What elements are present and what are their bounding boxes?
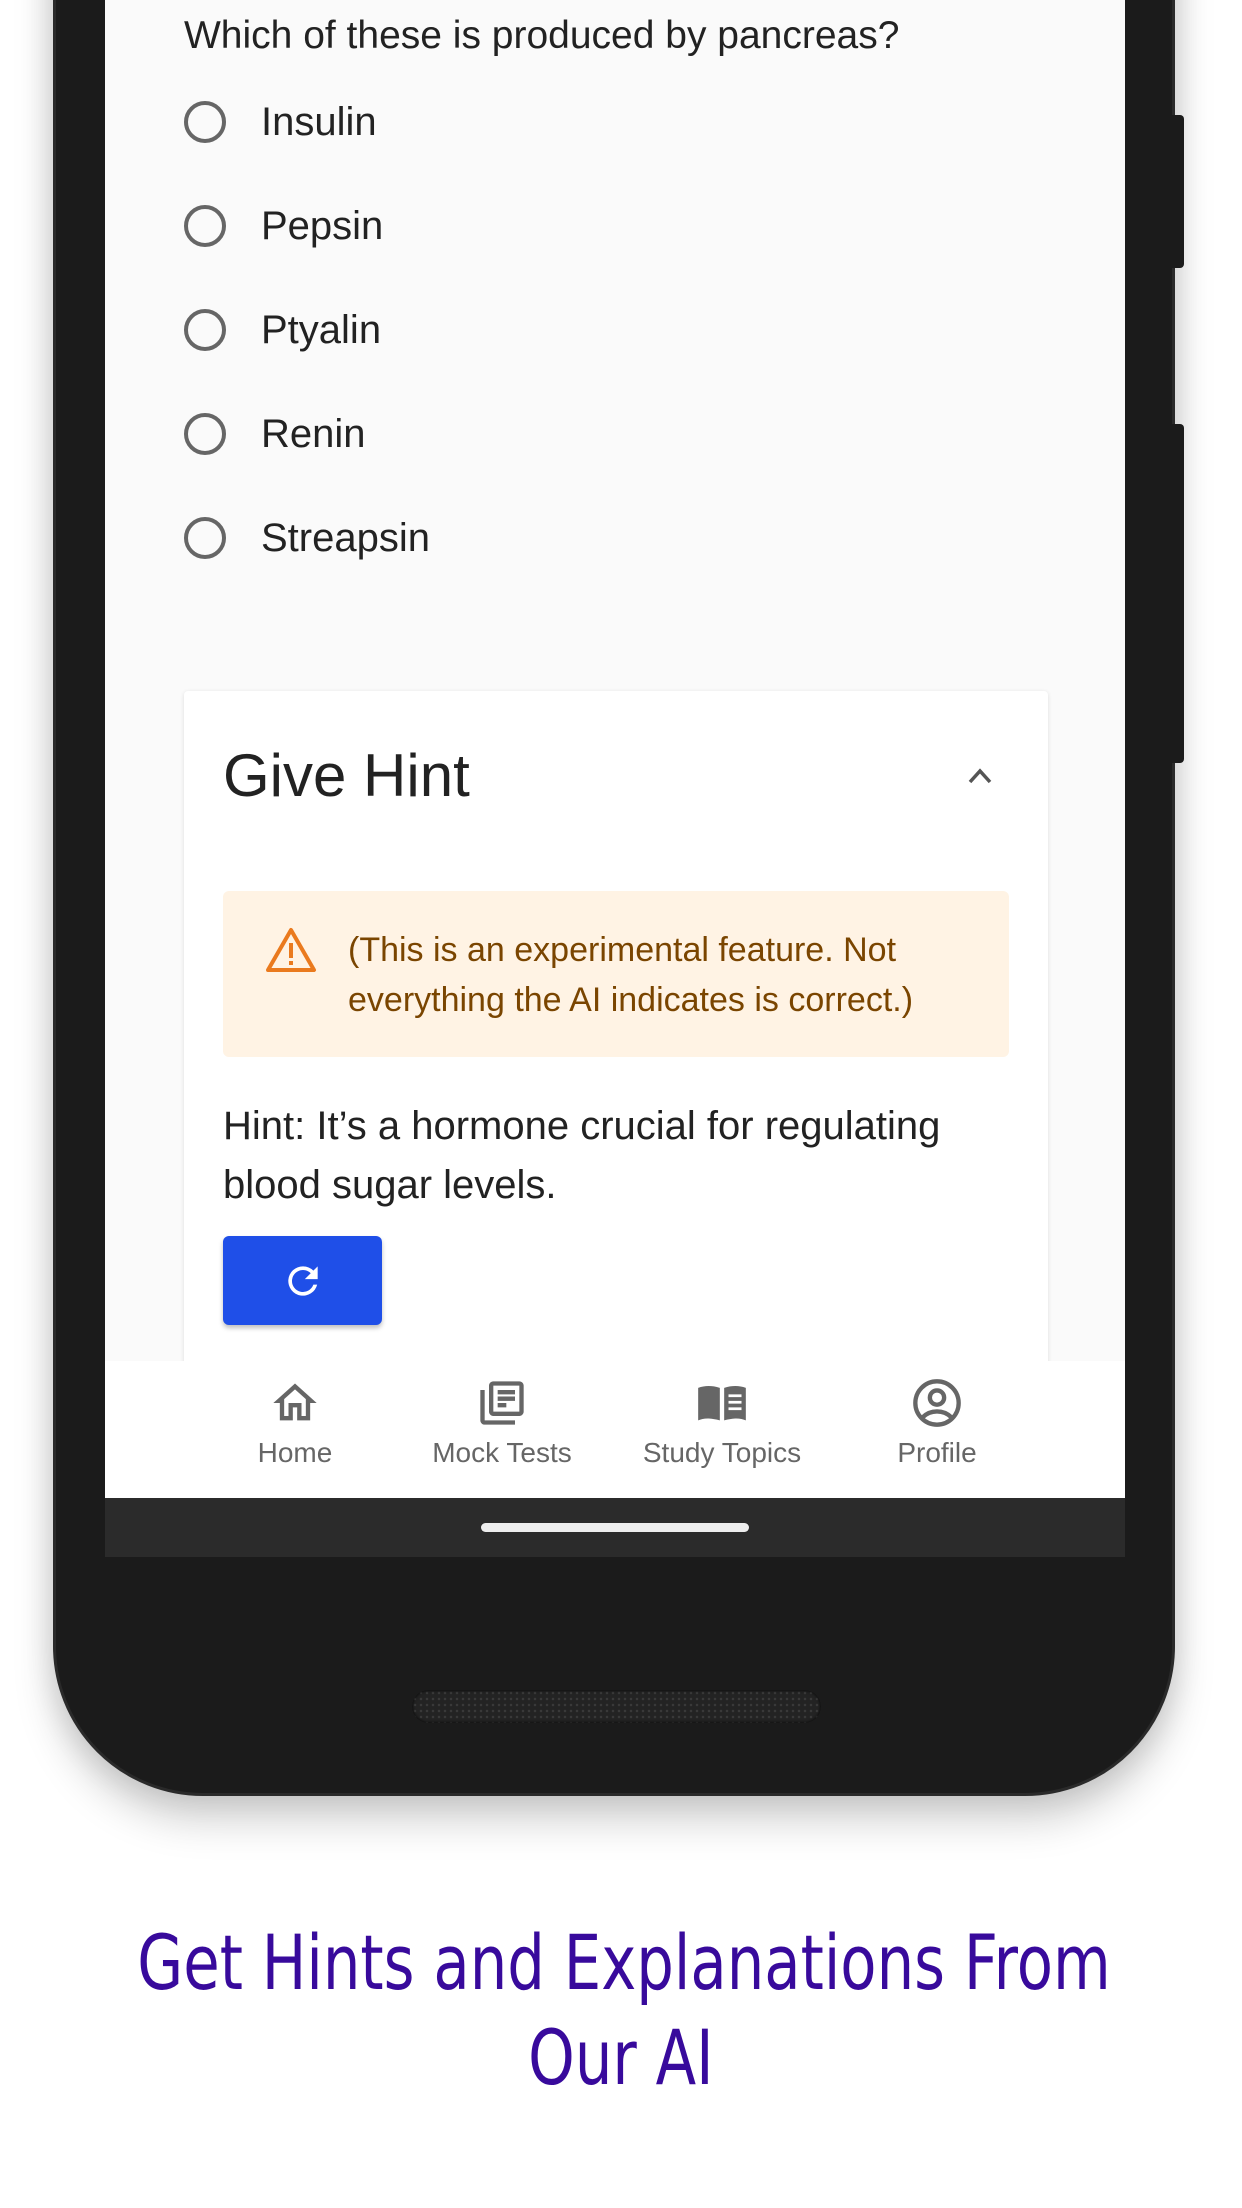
user-circle-icon: [913, 1379, 961, 1427]
phone-speaker-grille: [412, 1690, 821, 1723]
caption-line-2: Our AI: [528, 2013, 714, 2102]
warning-text: (This is an experimental feature. Not ev…: [348, 931, 914, 1019]
nav-item-mock-tests[interactable]: Mock Tests: [402, 1377, 602, 1469]
radio-button[interactable]: [184, 413, 226, 455]
phone-volume-button: [1172, 115, 1184, 268]
option-label: Pepsin: [261, 203, 384, 248]
option-label: Insulin: [261, 99, 377, 144]
book-icon: [698, 1386, 746, 1421]
question-text: Which of these is produced by pancreas?: [184, 14, 900, 57]
radio-button[interactable]: [184, 205, 226, 247]
system-gesture-area: [105, 1498, 1125, 1557]
option-ptyalin[interactable]: Ptyalin: [184, 300, 381, 360]
experimental-warning: (This is an experimental feature. Not ev…: [223, 891, 1009, 1057]
promo-caption: Get Hints and Explanations From Our AI: [0, 1915, 1242, 2105]
nav-label: Mock Tests: [432, 1437, 572, 1468]
caption-line-1: Get Hints and Explanations From: [137, 1918, 1111, 2007]
option-streapsin[interactable]: Streapsin: [184, 508, 430, 568]
option-label: Streapsin: [261, 515, 430, 560]
radio-button[interactable]: [184, 101, 226, 143]
app-screen: Which of these is produced by pancreas? …: [105, 0, 1125, 1498]
hint-text: Hint: It’s a hormone crucial for regulat…: [223, 1104, 941, 1207]
refresh-hint-button[interactable]: [223, 1236, 382, 1325]
nav-label: Profile: [897, 1437, 977, 1468]
nav-label: Home: [257, 1437, 333, 1468]
nav-item-home[interactable]: Home: [195, 1377, 395, 1469]
radio-button[interactable]: [184, 309, 226, 351]
option-renin[interactable]: Renin: [184, 404, 366, 464]
refresh-icon: [287, 1265, 318, 1296]
newspaper-icon: [480, 1381, 524, 1425]
nav-item-profile[interactable]: Profile: [837, 1377, 1037, 1469]
option-insulin[interactable]: Insulin: [184, 92, 377, 152]
option-pepsin[interactable]: Pepsin: [184, 196, 383, 256]
hint-card-title[interactable]: Give Hint: [223, 741, 470, 810]
radio-button[interactable]: [184, 517, 226, 559]
nav-label: Study Topics: [642, 1437, 802, 1468]
chevron-up-icon[interactable]: [967, 763, 993, 789]
option-label: Ptyalin: [261, 307, 382, 352]
home-icon: [273, 1383, 317, 1421]
bottom-navigation: Home Mock Tests Study Topics Profile: [105, 1361, 1125, 1498]
phone-power-button: [1172, 424, 1184, 763]
warning-icon: [266, 928, 316, 972]
hint-card: Give Hint (This is an experimental featu…: [184, 691, 1048, 1391]
option-label: Renin: [261, 411, 366, 456]
home-gesture-bar[interactable]: [481, 1523, 749, 1532]
nav-item-study-topics[interactable]: Study Topics: [622, 1377, 822, 1469]
